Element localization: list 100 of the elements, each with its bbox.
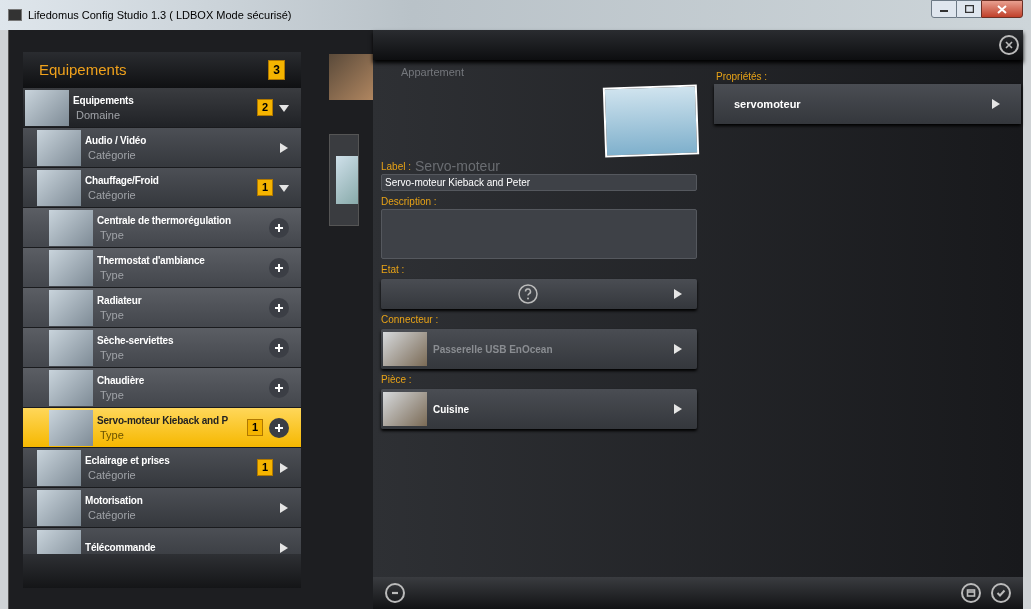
caret-right-icon (673, 404, 683, 414)
confirm-icon (996, 588, 1006, 598)
item-title: Audio / Vidéo (85, 133, 147, 148)
add-button[interactable] (269, 257, 289, 278)
item-subtitle: Catégorie (87, 467, 136, 482)
tree-item[interactable]: Chauffage/Froid Catégorie 1 (23, 168, 301, 208)
photo-placeholder (49, 209, 93, 246)
item-title: Radiateur (97, 293, 142, 308)
add-button[interactable] (269, 217, 289, 238)
window-title: Lifedomus Config Studio 1.3 ( LDBOX Mode sécurisé) (28, 7, 292, 23)
field-label: Description : (381, 195, 437, 209)
background-location: Appartement (401, 65, 464, 80)
close-button[interactable] (981, 0, 1023, 18)
count-badge: 3 (268, 60, 285, 80)
photo-placeholder (37, 449, 81, 486)
photo-placeholder (37, 489, 81, 526)
field-label: Pièce : (381, 373, 412, 387)
caret-right-icon (991, 99, 1001, 109)
save-icon (966, 588, 976, 598)
photo-placeholder (383, 332, 427, 366)
remove-button[interactable] (385, 583, 405, 603)
plus-icon (274, 382, 284, 393)
close-button[interactable] (999, 35, 1019, 55)
item-title: Chauffage/Froid (85, 173, 159, 188)
confirm-button[interactable] (991, 583, 1011, 603)
plus-icon (274, 422, 284, 433)
tree-item[interactable]: Thermostat d'ambiance Type (23, 248, 301, 288)
maximize-button[interactable] (957, 0, 981, 18)
item-subtitle: Catégorie (87, 187, 136, 202)
tree-item[interactable]: Chaudière Type (23, 368, 301, 408)
plus-icon (274, 342, 284, 353)
property-item[interactable]: servomoteur (714, 84, 1021, 124)
caret-right-icon (673, 289, 683, 299)
count-badge: 1 (256, 459, 273, 476)
add-button[interactable] (269, 417, 289, 438)
caret-right-icon (279, 542, 289, 553)
photo-placeholder (49, 369, 93, 406)
tree-item[interactable]: Audio / Vidéo Catégorie (23, 128, 301, 168)
item-title: Chaudière (97, 373, 145, 388)
photo-placeholder (37, 169, 81, 206)
caret-down-icon (279, 182, 289, 193)
caret-down-icon (279, 102, 289, 113)
tree-item[interactable]: Equipements Domaine 2 (23, 88, 301, 128)
label-input[interactable]: Servo-moteur Kieback and Peter (381, 174, 697, 191)
plus-icon (274, 302, 284, 313)
tree-item[interactable]: Eclairage et prises Catégorie 1 (23, 448, 301, 488)
tree-item[interactable]: Motorisation Catégorie (23, 488, 301, 528)
caret-right-icon (279, 502, 289, 513)
item-title: Servo-moteur Kieback and P (97, 413, 228, 428)
item-subtitle: Domaine (75, 107, 121, 122)
tree-item[interactable]: Servo-moteur Kieback and P Type 1 (23, 408, 301, 448)
background-item: Servo-moteur (415, 158, 500, 174)
save-button[interactable] (961, 583, 981, 603)
item-subtitle: Type (99, 427, 124, 442)
add-button[interactable] (269, 377, 289, 398)
item-title: Equipements (73, 93, 134, 108)
caret-right-icon (279, 142, 289, 153)
description-input[interactable] (381, 209, 697, 259)
photo-placeholder (336, 156, 358, 204)
tree-item[interactable]: Radiateur Type (23, 288, 301, 328)
add-button[interactable] (269, 297, 289, 318)
item-subtitle: Type (99, 267, 124, 282)
item-subtitle: Type (99, 347, 124, 362)
sidebar-title: Equipements (39, 59, 128, 80)
properties-label: Propriétés : (716, 70, 769, 84)
item-title: Sèche-serviettes (97, 333, 174, 348)
count-badge: 1 (256, 179, 273, 196)
maximize-icon (964, 5, 974, 13)
app-icon (8, 9, 22, 21)
item-title: Télécommande (85, 540, 156, 554)
item-subtitle: Type (99, 227, 124, 242)
field-label: Label : (381, 160, 412, 174)
count-badge: 2 (256, 99, 273, 116)
picker-button[interactable]: Cuisine (381, 389, 697, 429)
photo-placeholder (49, 329, 93, 366)
tree-item[interactable]: Télécommande (23, 528, 301, 554)
photo-placeholder (383, 392, 427, 426)
item-subtitle: Catégorie (87, 147, 136, 162)
item-title: Thermostat d'ambiance (97, 253, 205, 268)
photo-placeholder (329, 54, 373, 100)
count-badge: 1 (246, 419, 263, 436)
add-button[interactable] (269, 337, 289, 358)
photo-placeholder (49, 409, 93, 446)
close-icon (997, 4, 1007, 14)
minimize-button[interactable] (931, 0, 957, 18)
help-icon (518, 284, 538, 304)
field-label: Etat : (381, 263, 405, 277)
item-title: Eclairage et prises (85, 453, 170, 468)
plus-icon (274, 262, 284, 273)
photo-placeholder (49, 249, 93, 286)
tree-item[interactable]: Sèche-serviettes Type (23, 328, 301, 368)
caret-right-icon (673, 344, 683, 354)
item-subtitle: Type (99, 307, 124, 322)
item-subtitle: Type (99, 387, 124, 402)
photo-placeholder (37, 129, 81, 166)
plus-icon (274, 222, 284, 233)
item-title: Motorisation (85, 493, 143, 508)
tree-item[interactable]: Centrale de thermorégulation Type (23, 208, 301, 248)
photo-placeholder (25, 89, 69, 126)
close-icon (1004, 40, 1014, 50)
